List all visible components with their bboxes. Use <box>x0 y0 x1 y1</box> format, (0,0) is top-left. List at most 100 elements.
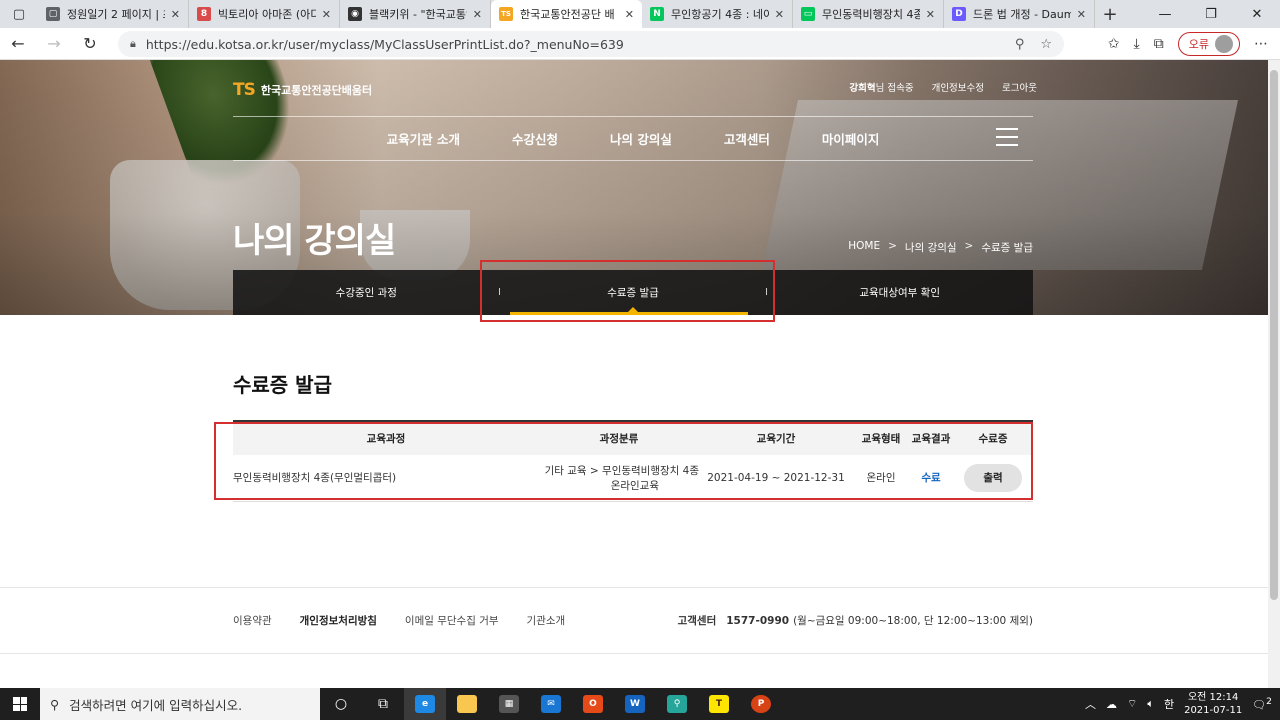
cortana-icon[interactable]: ○ <box>320 688 362 720</box>
collections-icon[interactable]: ⧉ <box>1154 36 1164 52</box>
lock-icon[interactable]: 🔒︎ <box>130 37 136 51</box>
browser-tab[interactable]: D 드론 법 개정 - Daum ✕ <box>944 0 1095 28</box>
tab-favicon-icon: ▭ <box>801 7 815 21</box>
mail-icon: ✉ <box>541 695 561 713</box>
tab-favicon-icon: TS <box>499 7 513 21</box>
tab-title: 블랙키위 - "한국교통안 <box>369 8 467 21</box>
browser-tab[interactable]: ▢ 정원일기 2 페이지 | 초 ✕ <box>38 0 189 28</box>
maximize-icon[interactable]: ❐ <box>1188 0 1234 28</box>
volume-icon[interactable]: 🔈︎ <box>1147 697 1154 711</box>
nav-about[interactable]: 교육기관 소개 <box>387 129 460 148</box>
browser-tab[interactable]: ▭ 무인동력비행장치 4종 ✕ <box>793 0 944 28</box>
word-app-icon[interactable]: W <box>614 688 656 720</box>
add-favorite-icon[interactable]: ☆ <box>1040 37 1052 52</box>
favorites-icon[interactable]: ✩ <box>1108 36 1120 52</box>
footer-divider-bottom <box>0 653 1268 654</box>
browser-tab[interactable]: 8 빅토리아 아마존 (아디 ✕ <box>189 0 340 28</box>
logo-mark: TS <box>233 80 256 100</box>
nav-enroll[interactable]: 수강신청 <box>512 129 558 148</box>
gnb-divider-bottom <box>233 160 1033 161</box>
new-tab-button[interactable]: + <box>1095 0 1125 28</box>
browser-tab[interactable]: ◉ 블랙키위 - "한국교통안 ✕ <box>340 0 491 28</box>
avatar <box>1215 35 1233 53</box>
kakaotalk-app-icon[interactable]: T <box>698 688 740 720</box>
browser-tab[interactable]: N 무인항공기 4종 : 네이 ✕ <box>642 0 793 28</box>
footer-email-policy[interactable]: 이메일 무단수집 거부 <box>405 613 499 628</box>
footer-privacy[interactable]: 개인정보처리방침 <box>300 613 377 628</box>
powerpoint-app-icon[interactable]: P <box>740 688 782 720</box>
browser-tab-strip: ▢ ▢ 정원일기 2 페이지 | 초 ✕ 8 빅토리아 아마존 (아디 ✕ ◉ 블랙키위 … <box>0 0 1280 28</box>
nav-mypage[interactable]: 마이페이지 <box>822 129 880 148</box>
chevron-up-icon[interactable]: ︿ <box>1085 696 1096 712</box>
cs-phone: 1577-0990 <box>726 615 790 627</box>
office-app-icon[interactable]: O <box>572 688 614 720</box>
back-icon[interactable]: ← <box>0 28 36 60</box>
page-scrollbar[interactable] <box>1268 60 1280 688</box>
search-app-icon[interactable]: ⚲ <box>656 688 698 720</box>
clock-date: 2021-07-11 <box>1184 705 1243 716</box>
minimize-icon[interactable]: — <box>1142 0 1188 28</box>
tab-title: 드론 법 개정 - Daum <box>973 8 1071 21</box>
edge-icon: e <box>415 695 435 713</box>
site-logo[interactable]: TS 한국교통안전공단배움터 <box>233 80 372 100</box>
explorer-app-icon[interactable] <box>446 688 488 720</box>
browser-tab-active[interactable]: TS 한국교통안전공단 배 ✕ <box>491 0 642 28</box>
store-app-icon[interactable]: ▦ <box>488 688 530 720</box>
footer-divider-top <box>0 587 1268 588</box>
cloud-icon[interactable]: ☁ <box>1106 698 1117 711</box>
profile-error-button[interactable]: 오류 <box>1177 32 1240 56</box>
tab-title: 한국교통안전공단 배 <box>520 8 615 21</box>
tab-favicon-icon: ▢ <box>46 7 60 21</box>
close-icon[interactable]: ✕ <box>473 8 482 21</box>
scrollbar-thumb[interactable] <box>1270 70 1278 600</box>
task-view-icon[interactable]: ⧉ <box>362 688 404 720</box>
close-window-icon[interactable]: ✕ <box>1234 0 1280 28</box>
start-button[interactable] <box>0 688 40 720</box>
hamburger-menu-icon[interactable] <box>996 128 1018 146</box>
logout-link[interactable]: 로그아웃 <box>1002 80 1037 94</box>
main-navigation: 교육기관 소개 수강신청 나의 강의실 고객센터 마이페이지 <box>233 116 1033 160</box>
zoom-icon[interactable]: ⚲ <box>1015 37 1025 52</box>
forward-icon[interactable]: → <box>36 28 72 60</box>
notification-icon[interactable]: 🗨︎2 <box>1252 696 1272 712</box>
tab-title: 무인동력비행장치 4종 <box>822 8 920 21</box>
address-bar[interactable]: 🔒︎ https://edu.kotsa.or.kr/user/myclass/… <box>118 31 1064 57</box>
footer-about[interactable]: 기관소개 <box>527 613 566 628</box>
folder-icon <box>457 695 477 713</box>
edge-app-icon[interactable]: e <box>404 688 446 720</box>
close-icon[interactable]: ✕ <box>625 8 634 21</box>
tab-favicon-icon: N <box>650 7 664 21</box>
more-options-icon[interactable]: ⋯ <box>1254 36 1268 52</box>
tab-title: 정원일기 2 페이지 | 초 <box>67 8 165 21</box>
privacy-edit-link[interactable]: 개인정보수정 <box>932 80 984 94</box>
nav-myclass[interactable]: 나의 강의실 <box>610 129 672 148</box>
ime-indicator[interactable]: 한 <box>1164 696 1174 712</box>
breadcrumb-home[interactable]: HOME <box>848 240 880 255</box>
close-icon[interactable]: ✕ <box>926 8 935 21</box>
cs-label: 고객센터 <box>677 615 717 627</box>
footer-terms[interactable]: 이용약관 <box>233 613 272 628</box>
search-icon: ⚲ <box>50 696 60 712</box>
address-toolbar: ← → ↻ 🔒︎ https://edu.kotsa.or.kr/user/my… <box>0 28 1280 60</box>
error-label: 오류 <box>1188 38 1209 51</box>
tab-eligibility[interactable]: 교육대상여부 확인 <box>766 270 1033 315</box>
clock[interactable]: 오전 12:14 2021-07-11 <box>1184 691 1242 717</box>
url-text[interactable]: https://edu.kotsa.or.kr/user/myclass/MyC… <box>146 37 999 52</box>
close-icon[interactable]: ✕ <box>1077 8 1086 21</box>
downloads-icon[interactable]: ⤓ <box>1134 36 1140 52</box>
network-icon[interactable]: ⌔ <box>1127 697 1137 711</box>
mail-app-icon[interactable]: ✉ <box>530 688 572 720</box>
refresh-icon[interactable]: ↻ <box>72 28 108 60</box>
page-title: 나의 강의실 <box>233 221 396 261</box>
windows-taskbar: ⚲ 검색하려면 여기에 입력하십시오. ○ ⧉ e ▦ ✉ O W ⚲ T P ︿… <box>0 688 1280 720</box>
tab-title: 무인항공기 4종 : 네이 <box>671 8 769 21</box>
close-icon[interactable]: ✕ <box>322 8 331 21</box>
tab-actions-icon[interactable]: ▢ <box>0 0 38 28</box>
close-icon[interactable]: ✕ <box>171 8 180 21</box>
nav-support[interactable]: 고객센터 <box>724 129 770 148</box>
breadcrumb-myclass[interactable]: 나의 강의실 <box>905 240 957 255</box>
close-icon[interactable]: ✕ <box>775 8 784 21</box>
taskbar-search[interactable]: ⚲ 검색하려면 여기에 입력하십시오. <box>40 688 320 720</box>
tab-in-progress[interactable]: 수강중인 과정 <box>233 270 500 315</box>
footer-links: 이용약관 개인정보처리방침 이메일 무단수집 거부 기관소개 <box>233 613 565 628</box>
